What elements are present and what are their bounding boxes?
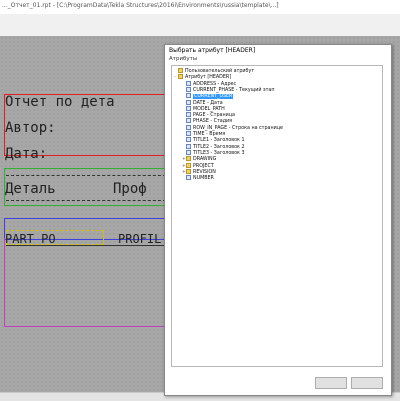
- tree-node[interactable]: - Атрибут [HEADER]: [174, 74, 231, 80]
- tree-node-label: REVISION: [193, 169, 216, 175]
- tree-node[interactable]: CURRENT_PHASE - Текущий этап: [182, 86, 275, 93]
- tree-node-label: PAGE - Страница: [193, 113, 235, 119]
- column-detail: Деталь: [5, 181, 56, 197]
- attribute-tree[interactable]: Пользовательский атрибут - Атрибут [HEADER…: [171, 65, 383, 367]
- tree-node[interactable]: NUMBER: [182, 175, 214, 181]
- row-body-section[interactable]: [4, 238, 172, 327]
- tree-node[interactable]: TITLE3 - Заголовок 3: [182, 149, 245, 156]
- select-attribute-dialog: Выбрать атрибут [HEADER] Атрибуты Пользо…: [164, 44, 392, 396]
- tree-node-label: TITLE2 - Заголовок 2: [193, 144, 245, 150]
- tree-node-label: MODEL_PATH: [193, 106, 225, 112]
- attribute-icon: [186, 124, 191, 130]
- window-title: ..._Отчет_01.rpt - [C:\ProgramData\Tekla…: [2, 2, 279, 9]
- tree-node[interactable]: DATE - Дата: [182, 99, 223, 106]
- divider-top: [6, 175, 166, 176]
- tree-node-label: PROJECT: [193, 163, 214, 169]
- attribute-icon: [186, 105, 191, 111]
- cancel-button[interactable]: [351, 377, 383, 389]
- tree-node[interactable]: PHASE - Стадия: [182, 118, 232, 124]
- tree-node[interactable]: CURRENT_USER: [182, 93, 234, 100]
- tree-node[interactable]: + PROJECT: [182, 162, 214, 169]
- tree-node-label: TITLE3 - Заголовок 3: [193, 150, 245, 156]
- attributes-label: Атрибуты: [169, 56, 198, 62]
- tree-node[interactable]: + REVISION: [182, 168, 216, 175]
- tree-node[interactable]: Пользовательский атрибут: [174, 68, 254, 74]
- tree-node-label: Атрибут [HEADER]: [185, 75, 232, 81]
- tree-node[interactable]: ROW_IN_PAGE - Строка на странице: [182, 124, 283, 131]
- tree-node-label: NUMBER: [193, 176, 214, 182]
- tree-node-label: DRAWING: [193, 157, 217, 163]
- tree-node[interactable]: MODEL_PATH: [182, 105, 225, 112]
- attribute-icon: [186, 86, 191, 92]
- attribute-icon: [186, 131, 191, 136]
- tree-node-label: CURRENT_USER: [193, 94, 234, 100]
- toolbar: [0, 14, 400, 37]
- tree-node-label: CURRENT_PHASE - Текущий этап: [193, 87, 275, 93]
- attribute-icon: [186, 175, 191, 181]
- tree-node[interactable]: TITLE2 - Заголовок 2: [182, 143, 245, 150]
- tree-node-label: TIME - Время: [193, 132, 226, 137]
- row-underline: [6, 245, 166, 246]
- tree-node-label: DATE - Дата: [193, 100, 223, 106]
- attribute-icon: [186, 80, 191, 86]
- tree-node-label: PHASE - Стадия: [193, 119, 233, 125]
- folder-icon: [186, 156, 191, 162]
- attribute-icon: [186, 118, 191, 124]
- window-titlebar: ..._Отчет_01.rpt - [C:\ProgramData\Tekla…: [0, 0, 400, 15]
- divider-bottom: [6, 200, 166, 201]
- tree-node[interactable]: TITLE1 - Заголовок 1: [182, 137, 245, 143]
- attribute-icon: [186, 137, 191, 143]
- tree-node[interactable]: + DRAWING: [182, 156, 216, 162]
- row-part-pos: PART_PO: [5, 232, 56, 246]
- attribute-icon: [186, 143, 191, 149]
- folder-icon: [186, 162, 191, 168]
- folder-icon: [178, 68, 183, 73]
- tree-node[interactable]: TIME - Время: [182, 131, 225, 137]
- folder-icon: [186, 168, 191, 174]
- author-label: Автор:: [5, 120, 56, 136]
- row-profile: PROFIL: [118, 232, 162, 246]
- tree-node-label: ROW_IN_PAGE - Строка на странице: [193, 125, 283, 131]
- folder-icon: [178, 74, 183, 80]
- tree-node[interactable]: PAGE - Страница: [182, 112, 235, 118]
- column-profile: Проф: [113, 181, 147, 197]
- tree-node-label: ADDRESS - Адрес: [193, 81, 237, 87]
- dialog-title: Выбрать атрибут [HEADER]: [169, 47, 256, 54]
- attribute-icon: [186, 112, 191, 118]
- tree-node-label: Пользовательский атрибут: [185, 69, 255, 74]
- date-label: Дата:: [5, 146, 48, 162]
- tree-node-label: TITLE1 - Заголовок 1: [193, 138, 245, 144]
- attribute-icon: [186, 149, 191, 155]
- ok-button[interactable]: [315, 377, 347, 389]
- tree-node[interactable]: ADDRESS - Адрес: [182, 80, 237, 87]
- attribute-icon: [186, 93, 191, 99]
- attribute-icon: [186, 99, 191, 105]
- header-title: Отчет по дета: [5, 94, 115, 110]
